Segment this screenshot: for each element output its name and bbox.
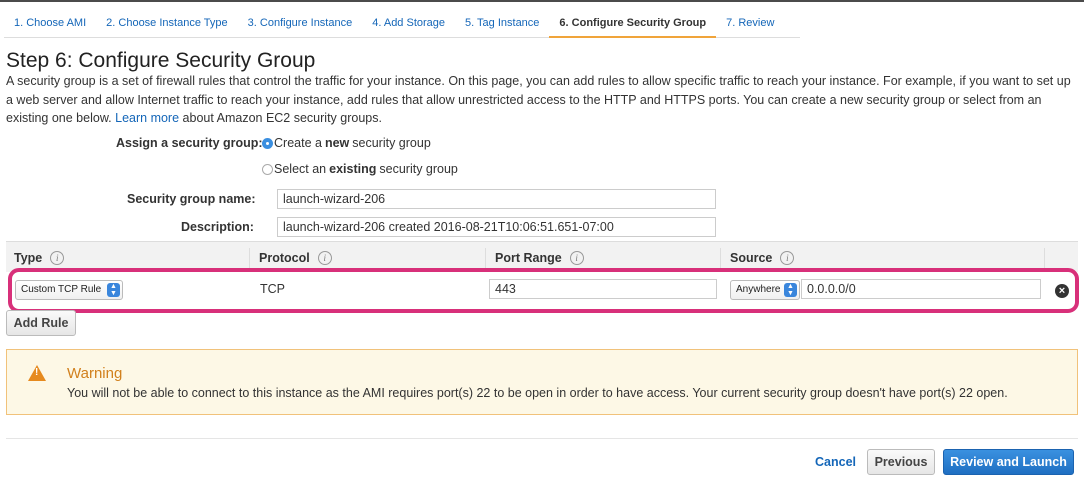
info-icon[interactable]: i (317, 251, 332, 265)
warning-box: ! Warning You will not be able to connec… (6, 349, 1078, 415)
chevron-up-down-icon: ▲ ▼ (784, 283, 797, 297)
tab-review[interactable]: 7. Review (716, 8, 801, 38)
rule-type-value: Custom TCP Rule (21, 284, 102, 295)
intro-suffix: about Amazon EC2 security groups. (182, 111, 382, 125)
chevron-up-down-icon: ▲ ▼ (107, 283, 120, 297)
column-divider (720, 248, 721, 270)
tab-configure-security-group[interactable]: 6. Configure Security Group (549, 8, 717, 38)
info-icon[interactable]: i (780, 251, 795, 265)
column-header-protocol: Protocol i (259, 242, 332, 274)
radio-create-suffix: security group (352, 136, 431, 150)
column-header-port-range: Port Range i (495, 242, 584, 274)
intro-paragraph: A security group is a set of firewall ru… (6, 72, 1078, 128)
column-header-source: Source i (730, 242, 795, 274)
previous-button[interactable]: Previous (867, 449, 935, 475)
assign-security-group-label: Assign a security group: (116, 136, 263, 150)
tab-choose-ami[interactable]: 1. Choose AMI (4, 8, 97, 38)
column-port-range-label: Port Range (495, 251, 562, 265)
column-protocol-label: Protocol (259, 251, 310, 265)
column-divider (1044, 248, 1045, 270)
info-icon[interactable]: i (50, 251, 65, 265)
learn-more-link[interactable]: Learn more (115, 111, 179, 125)
rule-source-select[interactable]: Anywhere ▲ ▼ (730, 280, 800, 300)
radio-create-new-security-group[interactable]: Create a new security group (262, 136, 431, 150)
rules-table-header: Type i Protocol i Port Range i Source i (6, 241, 1078, 273)
review-and-launch-button[interactable]: Review and Launch (943, 449, 1074, 475)
security-group-name-input[interactable] (277, 189, 716, 209)
radio-existing-bold: existing (329, 162, 377, 176)
description-input[interactable] (277, 217, 716, 237)
wizard-tabs: 1. Choose AMI 2. Choose Instance Type 3.… (4, 8, 801, 38)
radio-existing-prefix: Select an (274, 162, 327, 176)
rule-source-select-value: Anywhere (736, 284, 781, 295)
warning-title: Warning (67, 365, 123, 382)
radio-existing-suffix: security group (379, 162, 458, 176)
rule-type-select[interactable]: Custom TCP Rule ▲ ▼ (15, 280, 123, 300)
tab-add-storage[interactable]: 4. Add Storage (362, 8, 456, 38)
rule-protocol-value: TCP (260, 282, 285, 296)
tab-tag-instance[interactable]: 5. Tag Instance (455, 8, 550, 38)
warning-text: You will not be able to connect to this … (67, 386, 1008, 400)
add-rule-button[interactable]: Add Rule (6, 310, 76, 336)
tab-choose-instance-type[interactable]: 2. Choose Instance Type (96, 8, 238, 38)
rule-port-range-input[interactable] (489, 279, 717, 299)
security-group-name-label: Security group name: (127, 192, 256, 206)
page-title: Step 6: Configure Security Group (6, 49, 316, 72)
radio-unselected-icon[interactable] (262, 163, 273, 175)
radio-create-prefix: Create a (274, 136, 322, 150)
column-source-label: Source (730, 251, 773, 265)
footer-divider (6, 438, 1078, 439)
column-divider (485, 248, 486, 270)
top-border (0, 0, 1084, 2)
cancel-button[interactable]: Cancel (815, 455, 856, 469)
rule-source-cidr-input[interactable] (801, 279, 1041, 299)
column-type-label: Type (14, 251, 43, 265)
column-divider (249, 248, 250, 270)
column-header-type: Type i (14, 242, 65, 274)
description-label: Description: (181, 220, 254, 234)
warning-exclamation-icon: ! (35, 367, 39, 378)
radio-selected-icon[interactable] (262, 137, 273, 149)
radio-create-bold: new (324, 136, 350, 150)
tab-configure-instance[interactable]: 3. Configure Instance (237, 8, 363, 38)
info-icon[interactable]: i (569, 251, 584, 265)
remove-rule-icon[interactable]: × (1055, 284, 1069, 298)
radio-select-existing-security-group[interactable]: Select an existing security group (262, 162, 458, 176)
